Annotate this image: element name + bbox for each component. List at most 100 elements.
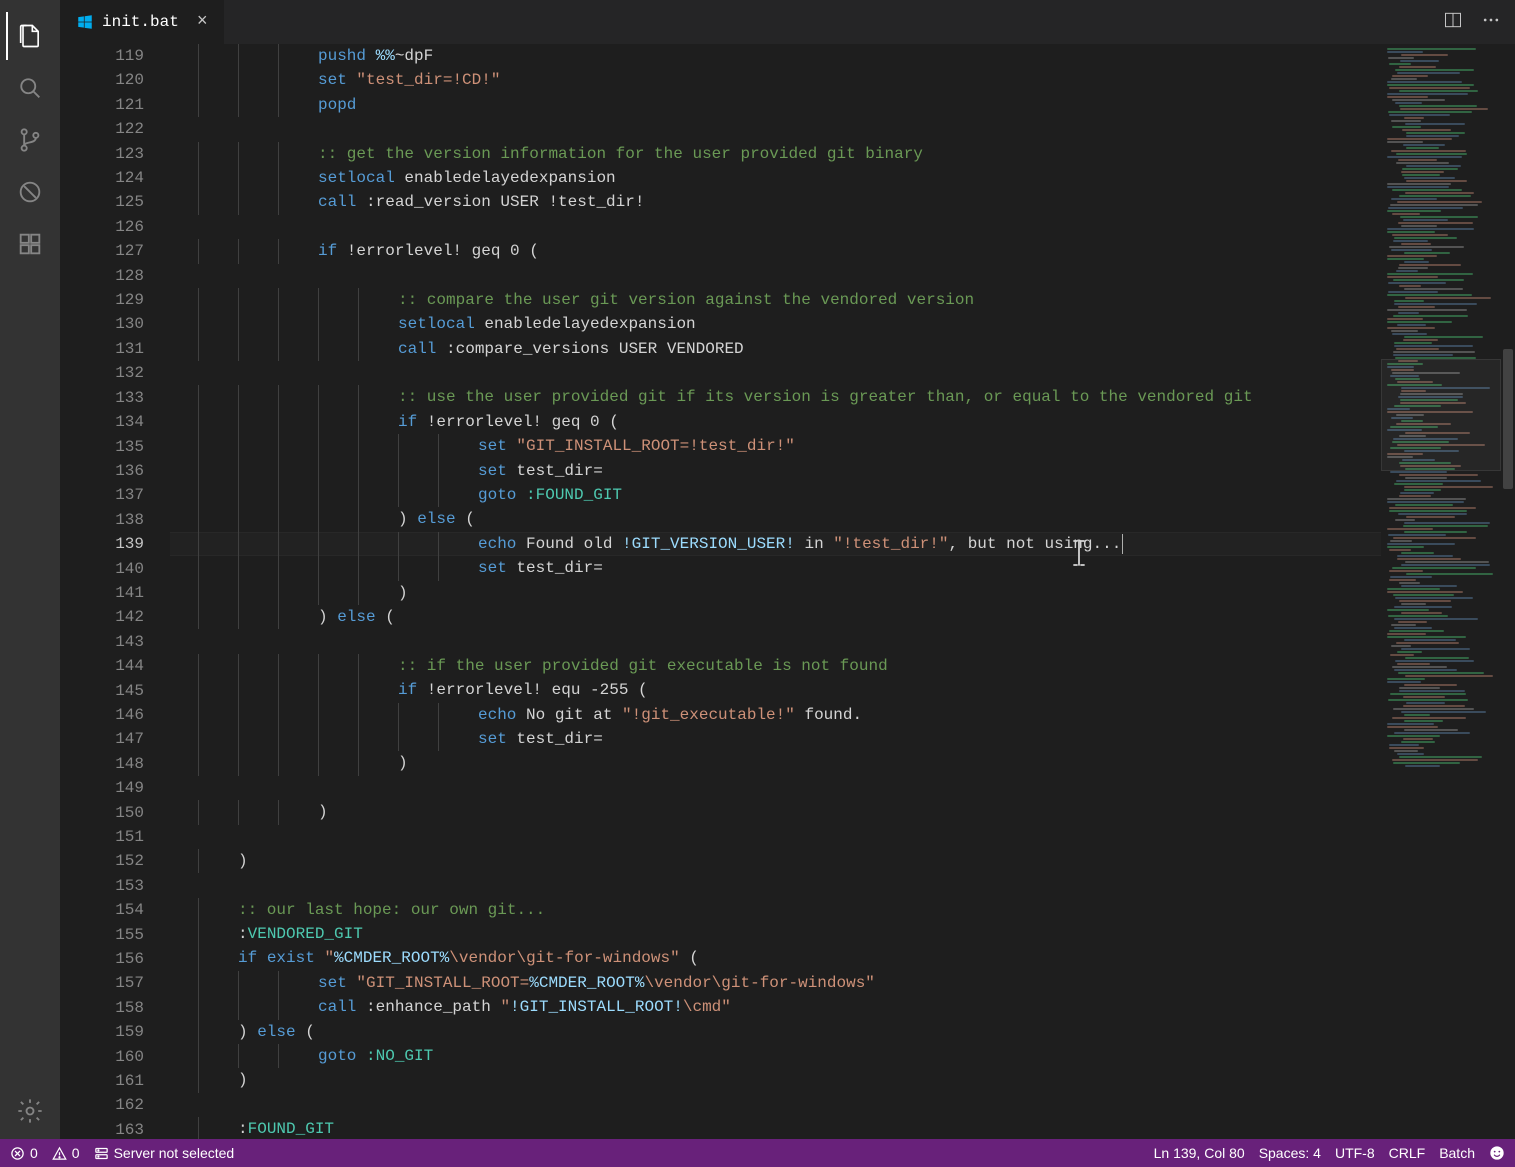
code-line[interactable]: ) else ( (170, 605, 1381, 629)
main-area: init.bat × 11912012112212312412512612712… (0, 0, 1515, 1139)
code-line[interactable]: ) else ( (170, 1020, 1381, 1044)
code-line[interactable]: :: use the user provided git if its vers… (170, 385, 1381, 409)
line-number: 123 (60, 142, 144, 166)
code-line[interactable]: set "GIT_INSTALL_ROOT=!test_dir!" (170, 434, 1381, 458)
line-number: 139 (60, 532, 144, 556)
debug-icon (16, 178, 44, 206)
code-line[interactable]: ) else ( (170, 507, 1381, 531)
line-number: 146 (60, 703, 144, 727)
line-number: 132 (60, 361, 144, 385)
status-cursor-position[interactable]: Ln 139, Col 80 (1154, 1145, 1245, 1161)
line-number: 126 (60, 215, 144, 239)
code-line[interactable]: if !errorlevel! geq 0 ( (170, 410, 1381, 434)
line-number: 127 (60, 239, 144, 263)
code-line[interactable] (170, 117, 1381, 141)
code-line[interactable]: ) (170, 849, 1381, 873)
status-bar: 0 0 Server not selected Ln 139, Col 80 S… (0, 1139, 1515, 1167)
split-editor-button[interactable] (1443, 10, 1463, 35)
line-number: 140 (60, 557, 144, 581)
code-line[interactable] (170, 629, 1381, 653)
code-line[interactable]: :: our last hope: our own git... (170, 898, 1381, 922)
code-line[interactable]: echo Found old !GIT_VERSION_USER! in "!t… (170, 532, 1381, 556)
error-count: 0 (30, 1145, 38, 1161)
status-feedback[interactable] (1489, 1145, 1505, 1161)
code-line[interactable]: set test_dir= (170, 459, 1381, 483)
more-actions-button[interactable] (1481, 10, 1501, 35)
code-line[interactable]: call :compare_versions USER VENDORED (170, 337, 1381, 361)
mouse-ibeam-cursor (1070, 539, 1088, 574)
code-line[interactable]: setlocal enabledelayedexpansion (170, 166, 1381, 190)
line-number: 128 (60, 264, 144, 288)
status-server[interactable]: Server not selected (94, 1145, 235, 1161)
line-number-gutter: 1191201211221231241251261271281291301311… (60, 44, 170, 1139)
activity-search[interactable] (6, 64, 54, 112)
code-line[interactable]: call :read_version USER !test_dir! (170, 190, 1381, 214)
code-line[interactable]: echo No git at "!git_executable!" found. (170, 703, 1381, 727)
code-line[interactable]: popd (170, 93, 1381, 117)
code-line[interactable]: ) (170, 800, 1381, 824)
code-line[interactable]: set "GIT_INSTALL_ROOT=%CMDER_ROOT%\vendo… (170, 971, 1381, 995)
line-number: 161 (60, 1069, 144, 1093)
code-line[interactable]: setlocal enabledelayedexpansion (170, 312, 1381, 336)
status-encoding[interactable]: UTF-8 (1335, 1145, 1375, 1161)
line-number: 131 (60, 337, 144, 361)
line-number: 122 (60, 117, 144, 141)
vertical-scrollbar[interactable] (1501, 44, 1515, 1139)
status-eol[interactable]: CRLF (1389, 1145, 1426, 1161)
status-warnings[interactable]: 0 (52, 1145, 80, 1161)
line-number: 160 (60, 1045, 144, 1069)
code-line[interactable] (170, 361, 1381, 385)
code-line[interactable]: :FOUND_GIT (170, 1117, 1381, 1139)
split-icon (1443, 10, 1463, 30)
scrollbar-thumb[interactable] (1503, 349, 1513, 489)
code-line[interactable]: set "test_dir=!CD!" (170, 68, 1381, 92)
line-number: 158 (60, 996, 144, 1020)
smiley-icon (1489, 1145, 1505, 1161)
code-line[interactable] (170, 873, 1381, 897)
line-number: 150 (60, 801, 144, 825)
tab-init-bat[interactable]: init.bat × (60, 0, 225, 44)
code-line[interactable]: :: get the version information for the u… (170, 142, 1381, 166)
code-line[interactable]: if !errorlevel! equ -255 ( (170, 678, 1381, 702)
line-number: 143 (60, 630, 144, 654)
code-line[interactable]: ) (170, 751, 1381, 775)
tab-close-button[interactable]: × (197, 12, 208, 32)
line-number: 144 (60, 654, 144, 678)
line-number: 130 (60, 312, 144, 336)
error-icon (10, 1146, 25, 1161)
code-line[interactable]: ) (170, 1068, 1381, 1092)
code-line[interactable]: :VENDORED_GIT (170, 922, 1381, 946)
line-number: 129 (60, 288, 144, 312)
code-line[interactable] (170, 1093, 1381, 1117)
line-number: 135 (60, 435, 144, 459)
code-line[interactable] (170, 264, 1381, 288)
activity-scm[interactable] (6, 116, 54, 164)
code-line[interactable]: ) (170, 581, 1381, 605)
code-line[interactable]: :: if the user provided git executable i… (170, 654, 1381, 678)
status-errors[interactable]: 0 (10, 1145, 38, 1161)
code-line[interactable]: if exist "%CMDER_ROOT%\vendor\git-for-wi… (170, 946, 1381, 970)
code-line[interactable]: if !errorlevel! geq 0 ( (170, 239, 1381, 263)
code-line[interactable]: goto :FOUND_GIT (170, 483, 1381, 507)
line-number: 136 (60, 459, 144, 483)
code-line[interactable]: set test_dir= (170, 727, 1381, 751)
code-area[interactable]: pushd %%~dpFset "test_dir=!CD!"popd:: ge… (170, 44, 1381, 1139)
code-line[interactable] (170, 825, 1381, 849)
minimap[interactable] (1381, 44, 1501, 1139)
line-number: 138 (60, 508, 144, 532)
code-line[interactable]: goto :NO_GIT (170, 1044, 1381, 1068)
activity-settings[interactable] (6, 1087, 54, 1135)
code-line[interactable] (170, 776, 1381, 800)
code-line[interactable]: call :enhance_path "!GIT_INSTALL_ROOT!\c… (170, 995, 1381, 1019)
status-indentation[interactable]: Spaces: 4 (1259, 1145, 1321, 1161)
activity-explorer[interactable] (6, 12, 54, 60)
minimap-viewport[interactable] (1381, 359, 1501, 471)
code-line[interactable]: set test_dir= (170, 556, 1381, 580)
activity-debug[interactable] (6, 168, 54, 216)
status-language[interactable]: Batch (1439, 1145, 1475, 1161)
code-line[interactable]: pushd %%~dpF (170, 44, 1381, 68)
code-line[interactable]: :: compare the user git version against … (170, 288, 1381, 312)
tab-bar: init.bat × (60, 0, 1515, 44)
activity-extensions[interactable] (6, 220, 54, 268)
code-line[interactable] (170, 215, 1381, 239)
